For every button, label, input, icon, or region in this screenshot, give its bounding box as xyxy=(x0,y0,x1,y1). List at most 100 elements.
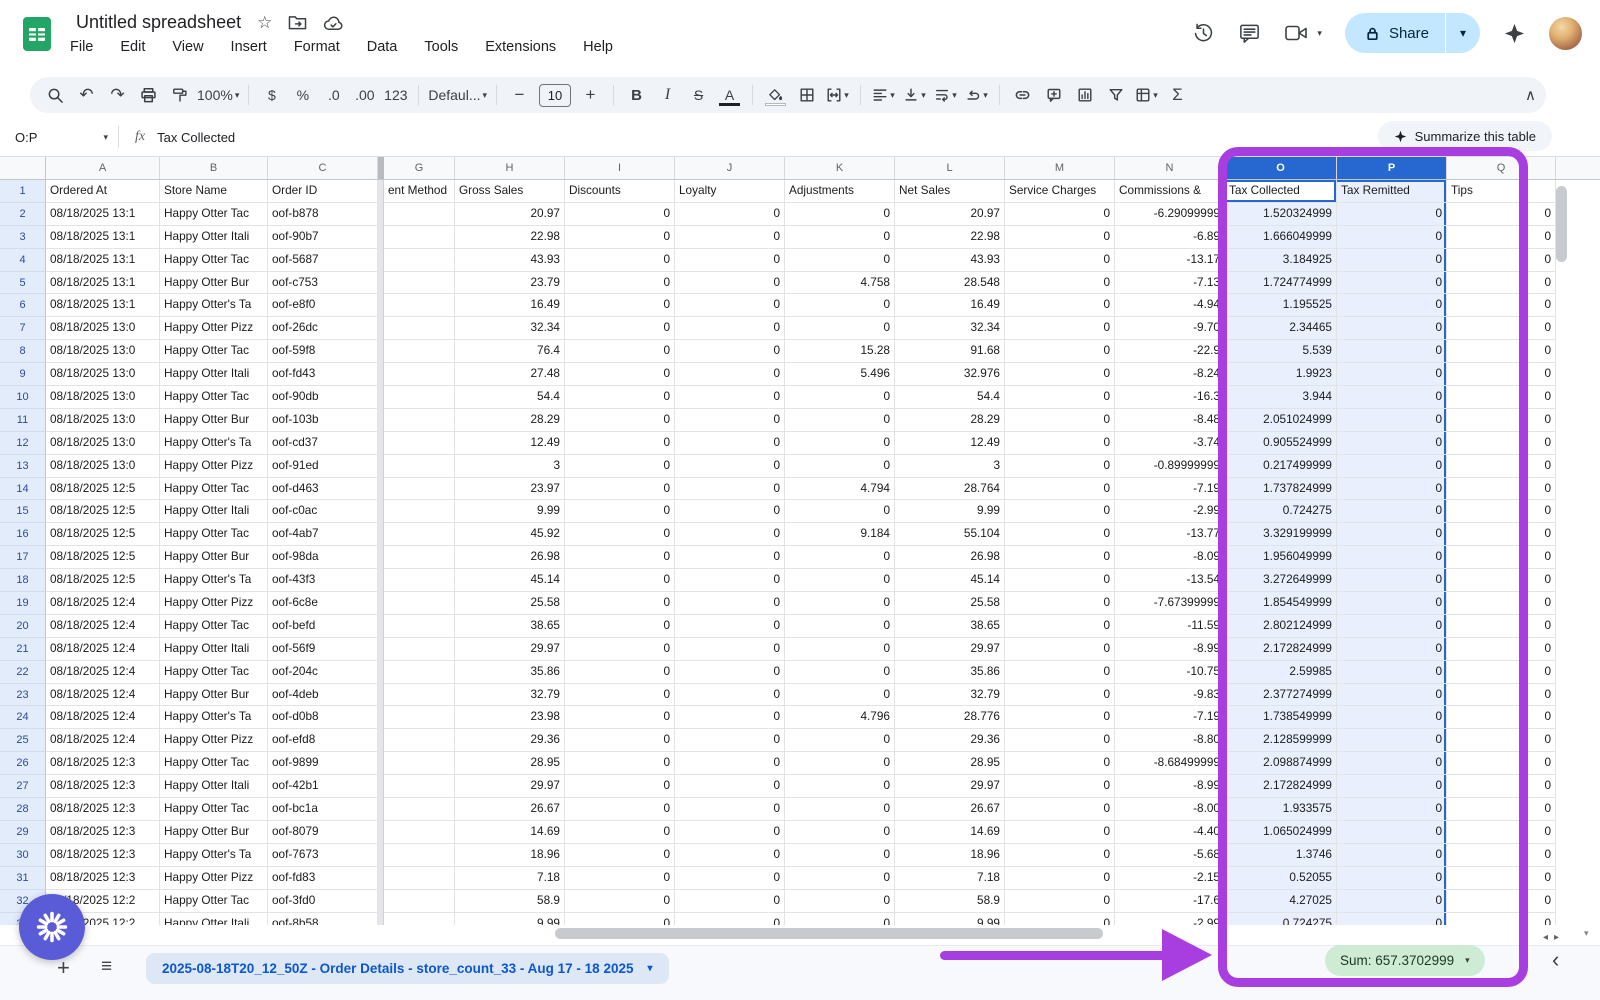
cell-O15[interactable]: 0.724275 xyxy=(1225,500,1337,523)
cell-I7[interactable]: 0 xyxy=(565,317,675,340)
cell-C27[interactable]: oof-42b1 xyxy=(268,775,378,798)
font-select[interactable]: Defaul...▾ xyxy=(426,82,489,109)
cell-P26[interactable]: 0 xyxy=(1337,752,1447,775)
cell-K27[interactable]: 0 xyxy=(785,775,895,798)
cell-Q24[interactable]: 0 xyxy=(1447,706,1556,729)
cell-B7[interactable]: Happy Otter Pizz xyxy=(160,317,268,340)
cell-C20[interactable]: oof-befd xyxy=(268,615,378,638)
cell-H22[interactable]: 35.86 xyxy=(455,661,565,684)
cell-K11[interactable]: 0 xyxy=(785,409,895,432)
cell-C7[interactable]: oof-26dc xyxy=(268,317,378,340)
cell-K21[interactable]: 0 xyxy=(785,638,895,661)
row-header-4[interactable]: 4 xyxy=(0,249,46,272)
cell-A23[interactable]: 08/18/2025 12:4 xyxy=(46,684,160,707)
cell-A20[interactable]: 08/18/2025 12:4 xyxy=(46,615,160,638)
share-caret-icon[interactable]: ▾ xyxy=(1446,26,1480,40)
cell-K2[interactable]: 0 xyxy=(785,203,895,226)
cell-G26[interactable] xyxy=(384,752,455,775)
cell-M16[interactable]: 0 xyxy=(1005,523,1115,546)
column-header-L[interactable]: L xyxy=(895,157,1005,179)
cell-P9[interactable]: 0 xyxy=(1337,363,1447,386)
cell-P17[interactable]: 0 xyxy=(1337,546,1447,569)
cell-B4[interactable]: Happy Otter Tac xyxy=(160,249,268,272)
column-header-O[interactable]: O xyxy=(1225,157,1337,179)
column-header-J[interactable]: J xyxy=(675,157,785,179)
cell-C15[interactable]: oof-c0ac xyxy=(268,500,378,523)
cell-L19[interactable]: 25.58 xyxy=(895,592,1005,615)
cell-I30[interactable]: 0 xyxy=(565,844,675,867)
cell-O33[interactable]: 0.724275 xyxy=(1225,913,1337,926)
field-header-N[interactable]: Commissions & xyxy=(1115,180,1225,203)
cell-B9[interactable]: Happy Otter Itali xyxy=(160,363,268,386)
row-header-5[interactable]: 5 xyxy=(0,272,46,295)
vertical-align-button[interactable]: ▾ xyxy=(899,82,930,109)
cell-J11[interactable]: 0 xyxy=(675,409,785,432)
column-header-K[interactable]: K xyxy=(785,157,895,179)
cell-N12[interactable]: -3.74 xyxy=(1115,432,1225,455)
cell-H17[interactable]: 26.98 xyxy=(455,546,565,569)
cell-M19[interactable]: 0 xyxy=(1005,592,1115,615)
cell-I33[interactable]: 0 xyxy=(565,913,675,926)
text-rotation-button[interactable]: ▾ xyxy=(961,82,992,109)
cell-B18[interactable]: Happy Otter's Ta xyxy=(160,569,268,592)
column-header-C[interactable]: C xyxy=(268,157,378,179)
cell-Q32[interactable]: 0 xyxy=(1447,890,1556,913)
cell-M7[interactable]: 0 xyxy=(1005,317,1115,340)
cell-I18[interactable]: 0 xyxy=(565,569,675,592)
cell-M14[interactable]: 0 xyxy=(1005,478,1115,501)
column-header-H[interactable]: H xyxy=(455,157,565,179)
cell-L20[interactable]: 38.65 xyxy=(895,615,1005,638)
cell-Q18[interactable]: 0 xyxy=(1447,569,1556,592)
cell-Q22[interactable]: 0 xyxy=(1447,661,1556,684)
field-header-L[interactable]: Net Sales xyxy=(895,180,1005,203)
cell-M18[interactable]: 0 xyxy=(1005,569,1115,592)
name-box[interactable]: O:P ▾ xyxy=(0,130,118,145)
cell-K25[interactable]: 0 xyxy=(785,729,895,752)
cell-G7[interactable] xyxy=(384,317,455,340)
cell-G2[interactable] xyxy=(384,203,455,226)
cell-J32[interactable]: 0 xyxy=(675,890,785,913)
cell-L29[interactable]: 14.69 xyxy=(895,821,1005,844)
cell-K17[interactable]: 0 xyxy=(785,546,895,569)
select-all-corner[interactable] xyxy=(0,157,46,179)
cell-H21[interactable]: 29.97 xyxy=(455,638,565,661)
cell-I31[interactable]: 0 xyxy=(565,867,675,890)
cell-I14[interactable]: 0 xyxy=(565,478,675,501)
increase-font-size-button[interactable]: + xyxy=(575,82,606,109)
cell-Q9[interactable]: 0 xyxy=(1447,363,1556,386)
cell-G11[interactable] xyxy=(384,409,455,432)
cell-L26[interactable]: 28.95 xyxy=(895,752,1005,775)
row-header-13[interactable]: 13 xyxy=(0,455,46,478)
cell-G6[interactable] xyxy=(384,294,455,317)
cell-B22[interactable]: Happy Otter Tac xyxy=(160,661,268,684)
cell-A2[interactable]: 08/18/2025 13:1 xyxy=(46,203,160,226)
cell-N30[interactable]: -5.68 xyxy=(1115,844,1225,867)
cell-N17[interactable]: -8.09 xyxy=(1115,546,1225,569)
cell-J26[interactable]: 0 xyxy=(675,752,785,775)
cell-O10[interactable]: 3.944 xyxy=(1225,386,1337,409)
cell-P22[interactable]: 0 xyxy=(1337,661,1447,684)
cell-C5[interactable]: oof-c753 xyxy=(268,272,378,295)
cell-A3[interactable]: 08/18/2025 13:1 xyxy=(46,226,160,249)
cell-B23[interactable]: Happy Otter Bur xyxy=(160,684,268,707)
redo-icon[interactable]: ↷ xyxy=(102,82,133,109)
cell-B20[interactable]: Happy Otter Tac xyxy=(160,615,268,638)
cell-L8[interactable]: 91.68 xyxy=(895,340,1005,363)
cell-B24[interactable]: Happy Otter's Ta xyxy=(160,706,268,729)
cell-B10[interactable]: Happy Otter Tac xyxy=(160,386,268,409)
cell-C18[interactable]: oof-43f3 xyxy=(268,569,378,592)
cell-G32[interactable] xyxy=(384,890,455,913)
horizontal-align-button[interactable]: ▾ xyxy=(868,82,899,109)
cell-P7[interactable]: 0 xyxy=(1337,317,1447,340)
fill-color-button[interactable] xyxy=(760,82,791,109)
print-icon[interactable] xyxy=(133,82,164,109)
cell-M11[interactable]: 0 xyxy=(1005,409,1115,432)
cell-P33[interactable]: 0 xyxy=(1337,913,1447,926)
cell-P10[interactable]: 0 xyxy=(1337,386,1447,409)
cell-O32[interactable]: 4.27025 xyxy=(1225,890,1337,913)
cell-G24[interactable] xyxy=(384,706,455,729)
cell-L33[interactable]: 9.99 xyxy=(895,913,1005,926)
cell-H5[interactable]: 23.79 xyxy=(455,272,565,295)
cell-K9[interactable]: 5.496 xyxy=(785,363,895,386)
cell-I13[interactable]: 0 xyxy=(565,455,675,478)
